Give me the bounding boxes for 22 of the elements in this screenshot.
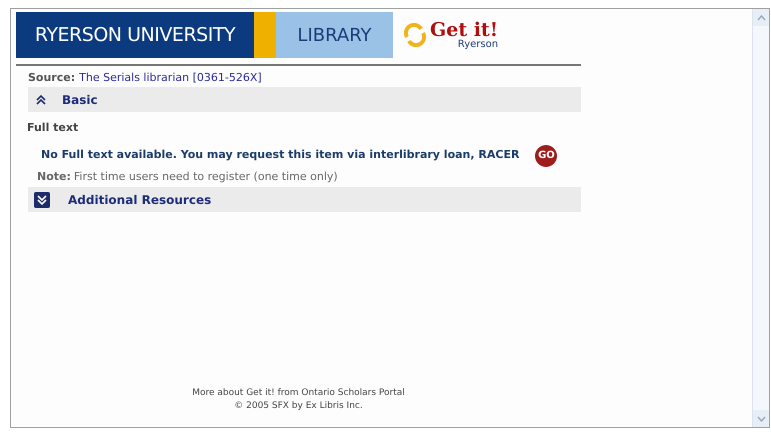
logo-subtitle: Ryerson xyxy=(458,40,498,50)
section-header[interactable]: Basic xyxy=(28,87,581,112)
swirl-logo-icon xyxy=(403,23,427,47)
copyright-text: © 2005 SFX by Ex Libris Inc. xyxy=(234,400,363,413)
section-header[interactable]: Additional Resources xyxy=(28,187,581,212)
banner-stripe xyxy=(254,12,276,58)
scrollbar[interactable] xyxy=(752,9,769,427)
scroll-down-button[interactable] xyxy=(753,410,769,427)
scroll-up-button[interactable] xyxy=(753,9,769,26)
logo-title: Get it! xyxy=(430,20,498,40)
footer-text: More about Get it! from Ontario Scholars Portal xyxy=(192,387,405,400)
collapse-icon xyxy=(34,92,48,106)
source-label: Source: xyxy=(28,70,76,86)
expand-icon xyxy=(34,192,50,208)
go-button[interactable]: GO xyxy=(535,144,558,166)
full-text-message: No Full text available. You may request this item via interlibrary loan, RACER xyxy=(41,147,520,164)
source-link[interactable]: The Serials librarian [0361-526X] xyxy=(79,70,262,86)
note-label: Note: xyxy=(37,168,71,184)
library-banner: LIBRARY xyxy=(276,12,393,58)
full-text-heading: Full text xyxy=(27,120,80,136)
note-text: First time users need to register (one time only) xyxy=(74,168,338,184)
university-banner: RYERSON UNIVERSITY xyxy=(16,12,254,58)
